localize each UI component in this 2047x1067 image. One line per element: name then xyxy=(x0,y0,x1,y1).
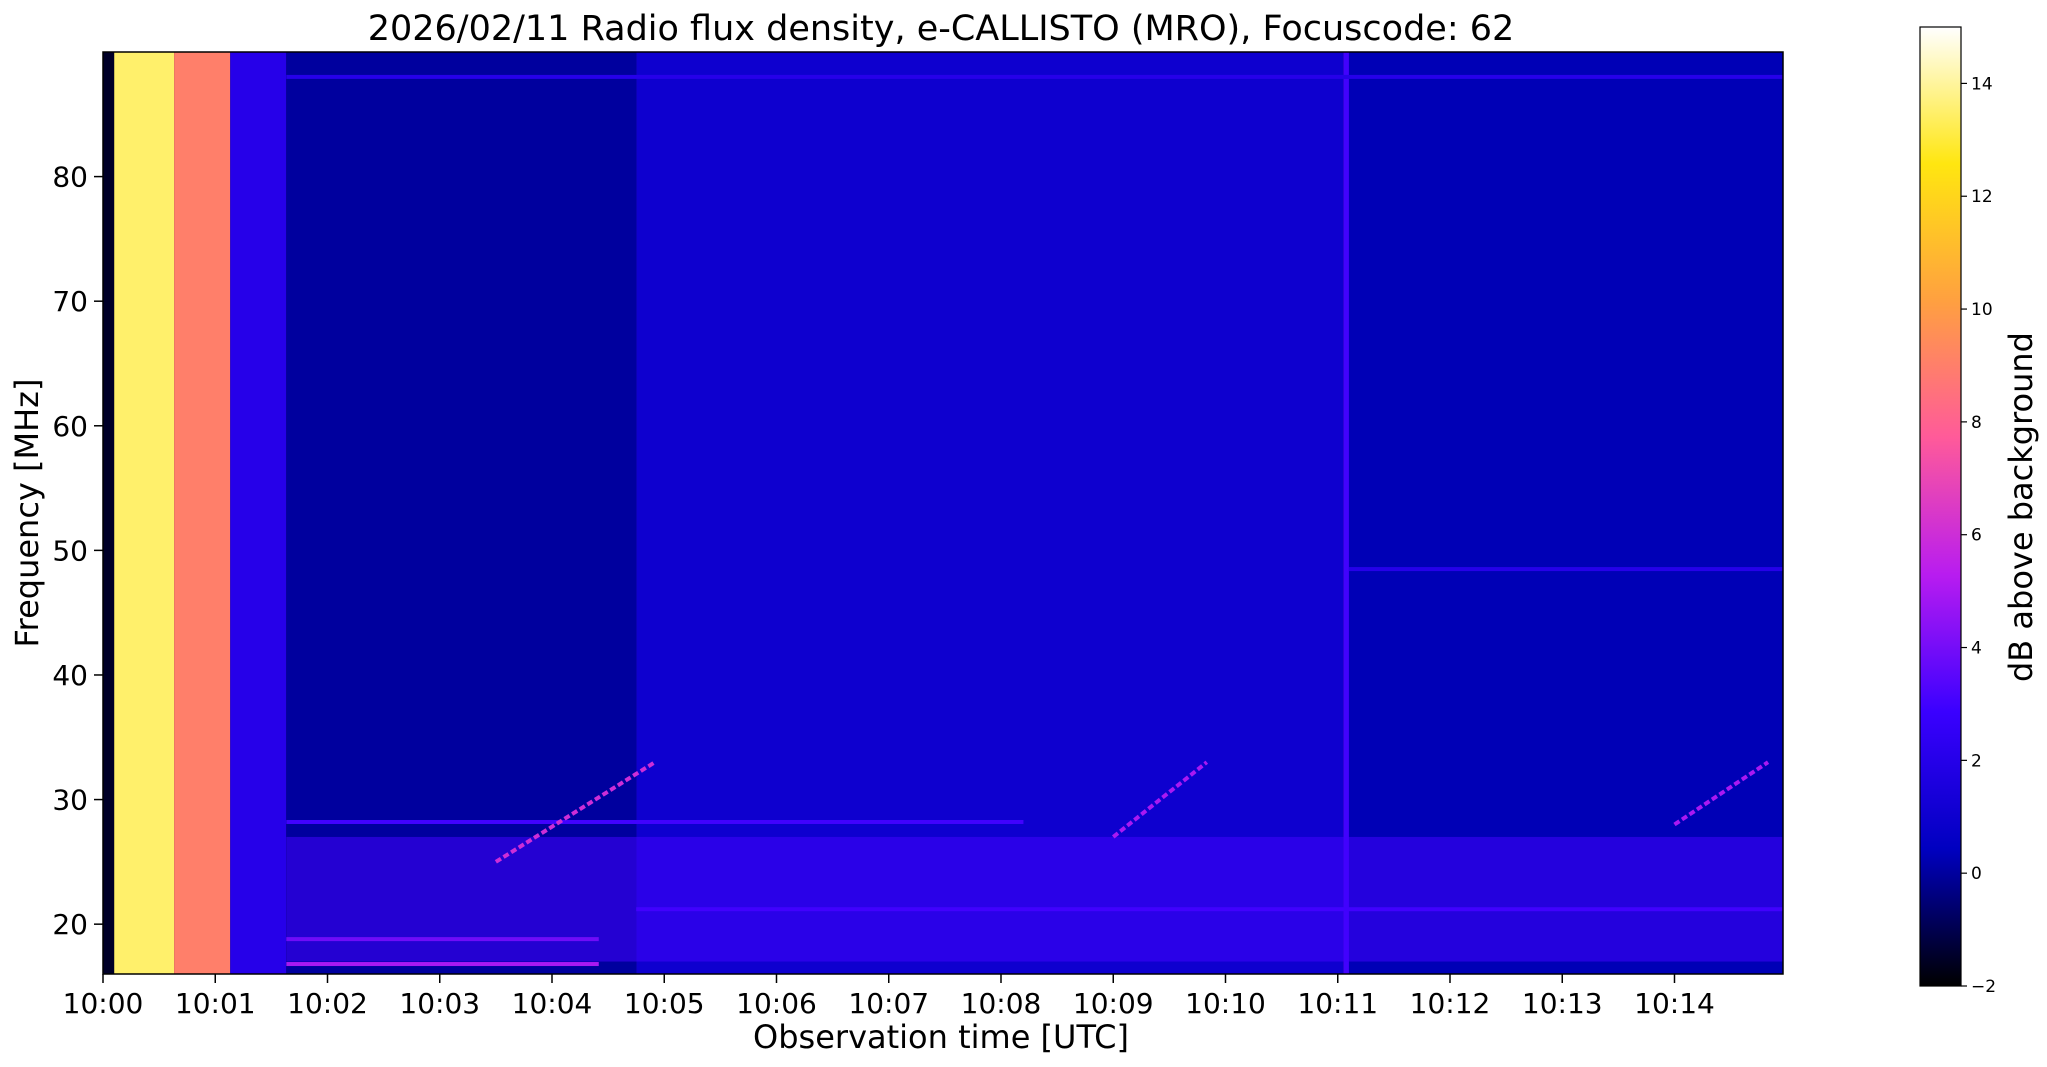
time-segment xyxy=(103,52,115,974)
x-tick-label: 10:14 xyxy=(1634,987,1715,1020)
y-tick-label: 50 xyxy=(52,534,88,567)
x-tick-label: 10:12 xyxy=(1410,987,1491,1020)
colorbar-tick-label: 0 xyxy=(1971,864,1982,884)
spectrogram-figure: 2026/02/11 Radio flux density, e-CALLIST… xyxy=(8,9,2040,1056)
colorbar-tick-label: 2 xyxy=(1971,751,1982,771)
time-segment xyxy=(1343,52,1349,974)
x-tick-label: 10:08 xyxy=(961,987,1042,1020)
time-segment xyxy=(1348,52,1783,974)
colorbar-gradient xyxy=(1919,26,1962,987)
time-segment xyxy=(174,52,231,974)
x-tick-label: 10:05 xyxy=(624,987,705,1020)
x-tick-label: 10:07 xyxy=(848,987,929,1020)
y-tick-label: 80 xyxy=(52,161,88,194)
x-tick-label: 10:00 xyxy=(63,987,144,1020)
chart-title: 2026/02/11 Radio flux density, e-CALLIST… xyxy=(368,9,1515,49)
time-segment xyxy=(114,52,175,974)
plot-area xyxy=(102,51,1784,975)
colorbar-tick-label: 10 xyxy=(1971,300,1993,320)
rfi-band xyxy=(286,836,1783,962)
x-tick-label: 10:13 xyxy=(1522,987,1603,1020)
colorbar-tick-label: 14 xyxy=(1971,74,1993,94)
y-tick-label: 60 xyxy=(52,410,88,443)
time-segment xyxy=(286,52,637,974)
y-axis: 20 30 40 50 60 70 80 xyxy=(52,161,103,941)
narrowband-emission xyxy=(1348,567,1783,572)
x-tick-label: 10:09 xyxy=(1073,987,1154,1020)
x-tick-label: 10:03 xyxy=(399,987,480,1020)
x-tick-label: 10:02 xyxy=(287,987,368,1020)
x-tick-label: 10:04 xyxy=(512,987,593,1020)
y-tick-label: 20 xyxy=(52,908,88,941)
y-axis-label: Frequency [MHz] xyxy=(8,379,46,648)
time-segment xyxy=(636,52,1344,974)
narrowband-emission xyxy=(286,819,1024,824)
colorbar-ticks: −2 0 2 4 6 8 10 12 14 xyxy=(1961,74,1996,997)
y-tick-label: 40 xyxy=(52,659,88,692)
colorbar: −2 0 2 4 6 8 10 12 14 dB above background xyxy=(1919,26,2040,997)
colorbar-tick-label: 4 xyxy=(1971,639,1982,659)
x-tick-label: 10:01 xyxy=(175,987,256,1020)
colorbar-tick-label: 12 xyxy=(1971,187,1993,207)
time-segment xyxy=(230,52,287,974)
x-tick-label: 10:10 xyxy=(1185,987,1266,1020)
colorbar-tick-label: −2 xyxy=(1971,977,1996,997)
colorbar-label: dB above background xyxy=(2002,332,2040,682)
y-tick-label: 30 xyxy=(52,784,88,817)
heatmap-layer xyxy=(103,52,1783,974)
colorbar-tick-label: 6 xyxy=(1971,526,1982,546)
narrowband-emission xyxy=(286,74,1783,79)
narrowband-emission xyxy=(286,962,599,967)
x-tick-label: 10:06 xyxy=(736,987,817,1020)
x-tick-label: 10:11 xyxy=(1297,987,1378,1020)
colorbar-tick-label: 8 xyxy=(1971,413,1982,433)
y-tick-label: 70 xyxy=(52,285,88,318)
x-axis-label: Observation time [UTC] xyxy=(753,1018,1129,1056)
x-axis: 10:00 10:01 10:02 10:03 10:04 10:05 10:06 10:07… xyxy=(63,974,1715,1020)
